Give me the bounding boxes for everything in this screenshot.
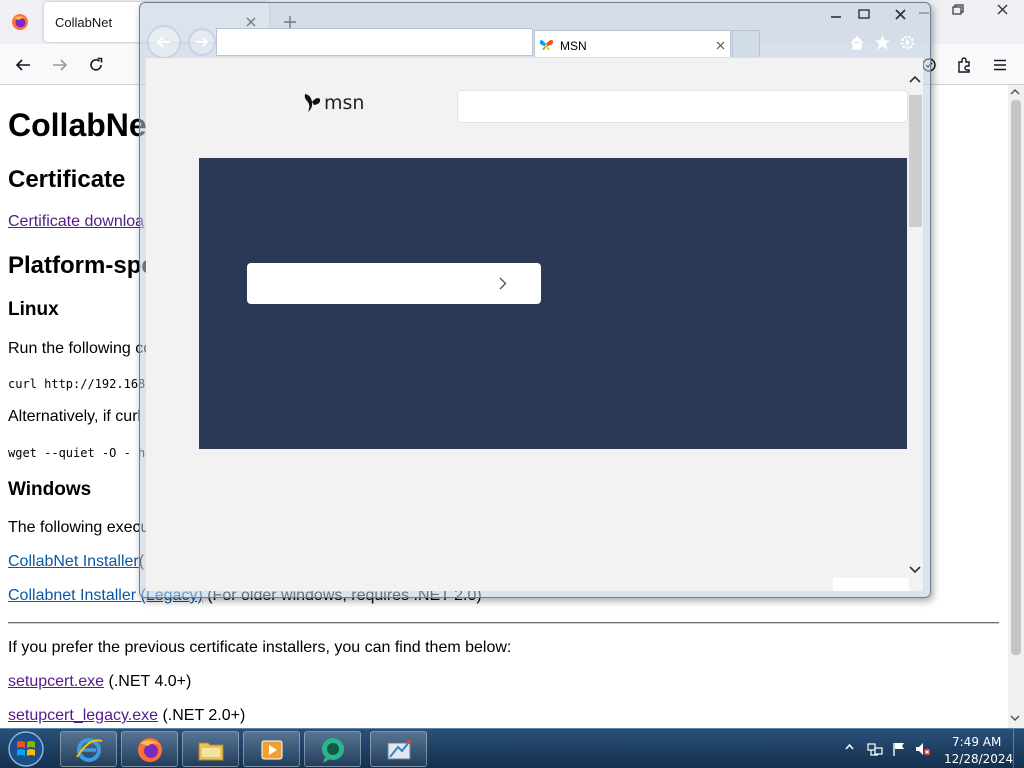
internet-explorer-icon — [76, 738, 103, 762]
forward-arrow-icon — [196, 37, 209, 47]
restore-icon — [952, 4, 964, 15]
show-hidden-icons-icon[interactable] — [845, 743, 854, 751]
clock-date[interactable]: 12/28/2024 — [944, 752, 1013, 766]
msn-butterfly-icon — [304, 94, 321, 112]
menu-icon[interactable] — [991, 56, 1009, 74]
taskbar-file-explorer[interactable] — [182, 731, 239, 767]
setupcert-legacy-line: setupcert_legacy.exe (.NET 2.0+) — [8, 707, 245, 725]
ie-page-content: msn — [146, 58, 923, 591]
ie-back-button[interactable] — [147, 25, 181, 59]
back-arrow-icon[interactable] — [14, 56, 32, 74]
restore-button[interactable] — [944, 0, 972, 20]
close-tab-icon[interactable] — [716, 41, 725, 50]
taskbar-media-player[interactable] — [243, 731, 300, 767]
scroll-up-icon[interactable] — [909, 75, 921, 84]
page-title: CollabNe — [8, 107, 147, 143]
msn-butterfly-icon — [539, 40, 554, 50]
firefox-icon — [138, 738, 162, 762]
extensions-icon[interactable] — [955, 56, 973, 74]
reload-icon[interactable] — [87, 56, 105, 74]
chat-bubble-icon — [322, 738, 344, 763]
tab-title: CollabNet — [55, 15, 113, 30]
heading-windows: Windows — [8, 479, 92, 500]
taskbar-firefox[interactable] — [121, 731, 178, 767]
favorites-star-icon[interactable] — [874, 34, 891, 51]
volume-muted-icon[interactable] — [915, 741, 931, 757]
certificate-download-link-text[interactable]: Certificate downloa — [8, 213, 144, 230]
clock-time[interactable]: 7:49 AM — [952, 735, 1001, 749]
collabnet-installer-link[interactable]: CollabNet Installer — [8, 553, 139, 570]
home-icon[interactable] — [849, 35, 865, 51]
msn-logo[interactable]: msn — [302, 92, 366, 114]
wget-alternative-text: Alternatively, if curl — [8, 408, 142, 425]
show-desktop-button[interactable] — [1013, 729, 1024, 768]
scroll-down-icon[interactable] — [909, 565, 921, 574]
setupcert-legacy-note: (.NET 2.0+) — [158, 707, 246, 724]
curl-command: curl http://192.168. — [8, 377, 153, 391]
linux-instructions: Run the following co — [8, 340, 153, 357]
network-tray-icon[interactable] — [867, 741, 883, 757]
msn-search-input[interactable] — [457, 90, 908, 123]
ie-forward-button[interactable] — [188, 28, 216, 56]
heading-platform-specific: Platform-spe — [8, 252, 155, 279]
taskbar-network-app[interactable] — [370, 731, 427, 767]
banner-action-button[interactable] — [247, 263, 541, 304]
settings-gear-icon[interactable] — [899, 34, 916, 51]
msn-logo-text: msn — [324, 92, 365, 114]
taskbar-internet-explorer[interactable] — [60, 731, 117, 767]
ie-scrollbar-thumb[interactable] — [909, 95, 922, 227]
firefox-logo-icon — [12, 14, 28, 30]
ie-window-controls — [823, 6, 927, 23]
forward-arrow-icon[interactable] — [51, 56, 69, 74]
tab-title: MSN — [560, 39, 587, 53]
previous-installers-text: If you prefer the previous certificate i… — [8, 639, 512, 656]
ie-new-tab-button[interactable] — [732, 30, 760, 57]
taskbar: 7:49 AM 12/28/2024 — [0, 728, 1024, 768]
installer-line: CollabNet Installer( — [8, 553, 144, 571]
page-scrollbar-thumb[interactable] — [1011, 100, 1021, 655]
media-player-icon — [261, 740, 283, 760]
setupcert-line: setupcert.exe (.NET 4.0+) — [8, 673, 191, 691]
chevron-right-icon — [499, 277, 507, 290]
folder-icon — [198, 742, 224, 761]
heading-linux: Linux — [8, 299, 59, 320]
action-center-flag-icon[interactable] — [891, 741, 907, 757]
horizontal-divider — [8, 622, 999, 624]
ie-window: MSN msn — [139, 2, 931, 598]
maximize-icon[interactable] — [851, 6, 877, 23]
heading-certificate: Certificate — [8, 166, 126, 193]
network-tool-icon — [387, 740, 411, 760]
minimize-icon[interactable] — [823, 6, 849, 23]
setupcert-link[interactable]: setupcert.exe — [8, 673, 104, 690]
back-arrow-icon — [156, 36, 170, 48]
taskbar-remote-app[interactable] — [304, 731, 361, 767]
close-icon[interactable] — [879, 6, 923, 23]
msn-banner — [199, 158, 907, 449]
ie-address-bar[interactable] — [216, 28, 533, 56]
certificate-download-link[interactable]: Certificate downloa — [8, 213, 144, 231]
msn-footer-box — [833, 578, 909, 591]
windows-instructions: The following execu — [8, 519, 150, 536]
tab-msn[interactable]: MSN — [534, 30, 731, 57]
close-button[interactable] — [982, 0, 1024, 20]
start-button-windows-icon[interactable] — [4, 730, 48, 768]
ie-toolbar-icons — [849, 33, 917, 53]
setupcert-legacy-link[interactable]: setupcert_legacy.exe — [8, 707, 158, 724]
scroll-up-icon[interactable] — [1010, 88, 1020, 96]
setupcert-note: (.NET 4.0+) — [104, 673, 192, 690]
wget-command: wget --quiet -O - ht — [8, 446, 153, 460]
close-icon — [997, 4, 1008, 15]
scroll-down-icon[interactable] — [1010, 714, 1020, 722]
